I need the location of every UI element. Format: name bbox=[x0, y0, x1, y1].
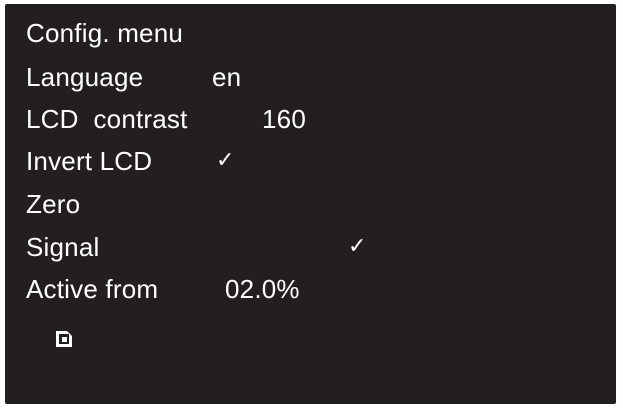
menu-item-invert-lcd-checkmark: ✓ bbox=[216, 148, 235, 173]
menu-item-active-from-value: 02.0% bbox=[225, 274, 300, 304]
menu-item-language-value: en bbox=[212, 62, 242, 92]
menu-item-zero-label: Zero bbox=[26, 189, 81, 219]
menu-item-signal[interactable]: Signal ✓ bbox=[26, 232, 366, 262]
menu-item-zero[interactable]: Zero bbox=[26, 189, 80, 219]
menu-item-active-from-label: Active from bbox=[26, 274, 159, 304]
save-icon[interactable] bbox=[55, 330, 73, 348]
menu-item-lcd-contrast[interactable]: LCD contrast 160 bbox=[26, 104, 306, 134]
menu-title: Config. menu bbox=[26, 18, 184, 48]
menu-item-invert-lcd-label: Invert LCD bbox=[26, 146, 153, 176]
menu-item-lcd-contrast-label: LCD contrast bbox=[26, 104, 188, 134]
menu-item-language-label: Language bbox=[26, 62, 144, 92]
menu-item-lcd-contrast-value: 160 bbox=[262, 104, 306, 134]
menu-item-invert-lcd[interactable]: Invert LCD ✓ bbox=[26, 146, 234, 176]
menu-item-signal-label: Signal bbox=[26, 232, 100, 262]
menu-item-signal-checkmark: ✓ bbox=[348, 234, 367, 259]
config-menu-screen: Config. menu Language en LCD contrast 16… bbox=[5, 4, 616, 404]
menu-item-active-from[interactable]: Active from 02.0% bbox=[26, 274, 300, 304]
menu-item-language[interactable]: Language en bbox=[26, 62, 241, 92]
